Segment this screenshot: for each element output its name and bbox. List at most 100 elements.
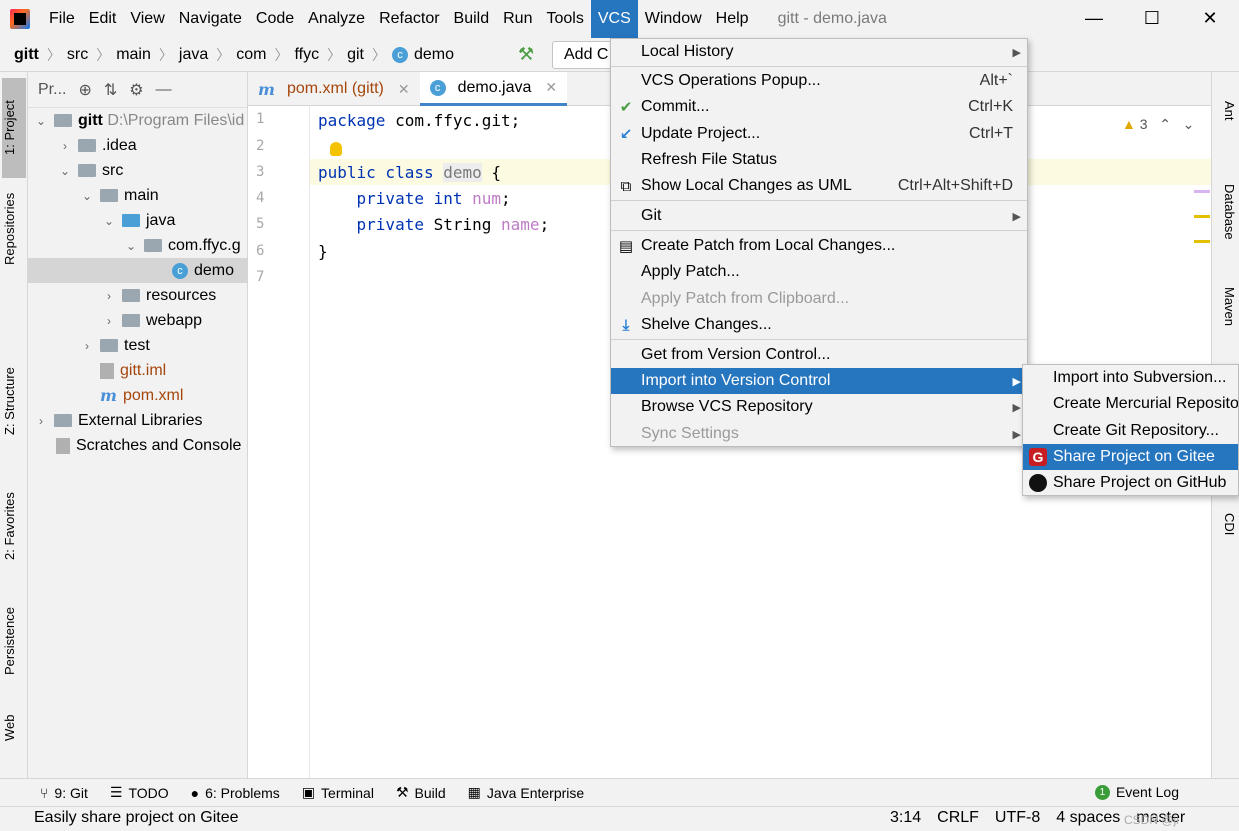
menu-item-browse-repo[interactable]: Browse VCS Repository ▶ <box>611 394 1027 420</box>
menu-edit[interactable]: Edit <box>82 0 124 38</box>
menu-item-git[interactable]: Git ▶ <box>611 203 1027 229</box>
tree-item-gitt[interactable]: ⌄ gitt D:\Program Files\id <box>28 108 248 133</box>
menu-window[interactable]: Window <box>638 0 709 38</box>
caret-position[interactable]: 3:14 <box>890 809 921 827</box>
tool-java-enterprise[interactable]: ▦ Java Enterprise <box>468 784 585 801</box>
tab-persistence[interactable]: Persistence <box>2 596 26 686</box>
chevron-right-icon: › <box>107 288 111 303</box>
tree-item-scratches[interactable]: Scratches and Console <box>28 433 248 458</box>
tree-item-resources[interactable]: › resources <box>28 283 248 308</box>
tab-pom-xml[interactable]: m pom.xml (gitt) ✕ <box>248 72 420 106</box>
close-icon[interactable]: ✕ <box>398 81 410 98</box>
tool-event-log[interactable]: 1 Event Log <box>1094 784 1179 800</box>
tool-todo[interactable]: ☰ TODO <box>110 784 169 801</box>
line-separator[interactable]: CRLF <box>937 809 979 827</box>
menu-item-import-vc[interactable]: Import into Version Control ▶ <box>611 368 1027 394</box>
tool-git[interactable]: ⑂ 9: Git <box>40 785 88 801</box>
crumb-git[interactable]: git <box>347 46 364 64</box>
menu-item-show-uml[interactable]: ⧉ Show Local Changes as UML Ctrl+Alt+Shift… <box>611 173 1027 199</box>
tree-item-pom[interactable]: m pom.xml <box>28 383 248 408</box>
menu-tools[interactable]: Tools <box>539 0 590 38</box>
crumb-main[interactable]: main <box>116 46 151 64</box>
tree-item-webapp[interactable]: › webapp <box>28 308 248 333</box>
menu-refactor[interactable]: Refactor <box>372 0 446 38</box>
submenu-item-share-github[interactable]: Share Project on GitHub <box>1023 470 1238 495</box>
project-view-selector[interactable]: Pr... <box>38 81 66 99</box>
crumb-ffyc[interactable]: ffyc <box>294 46 319 64</box>
crumb-src[interactable]: src <box>67 46 88 64</box>
menu-navigate[interactable]: Navigate <box>172 0 249 38</box>
submenu-item-mercurial[interactable]: Create Mercurial Repository <box>1023 391 1238 417</box>
tab-web[interactable]: Web <box>2 708 26 748</box>
menu-item-vcs-popup[interactable]: VCS Operations Popup... Alt+` <box>611 68 1027 94</box>
menu-help[interactable]: Help <box>709 0 756 38</box>
menu-item-local-history[interactable]: Local History ▶ <box>611 39 1027 65</box>
tab-structure[interactable]: Z: Structure <box>2 356 26 446</box>
tree-item-java[interactable]: ⌄ java <box>28 208 248 233</box>
maximize-button[interactable]: ☐ <box>1123 0 1181 38</box>
build-hammer-icon[interactable]: ⚒ <box>518 44 534 65</box>
stripe-mark[interactable] <box>1194 240 1210 243</box>
tool-problems[interactable]: ● 6: Problems <box>191 785 280 801</box>
menu-item-create-patch[interactable]: ▤ Create Patch from Local Changes... <box>611 233 1027 259</box>
file-encoding[interactable]: UTF-8 <box>995 809 1040 827</box>
tool-terminal[interactable]: ▣ Terminal <box>302 784 374 801</box>
tab-ant[interactable]: Ant <box>1215 86 1237 136</box>
crumb-com[interactable]: com <box>236 46 266 64</box>
add-configuration-button[interactable]: Add C <box>552 41 612 69</box>
minimize-button[interactable]: — <box>1065 0 1123 38</box>
menu-item-apply-patch[interactable]: Apply Patch... <box>611 259 1027 285</box>
line-number-gutter: 1 2 3 4 5 6 7 <box>248 106 310 778</box>
tab-repositories[interactable]: Repositories <box>2 184 26 274</box>
menu-item-shelve[interactable]: ⤓ Shelve Changes... <box>611 312 1027 338</box>
close-icon[interactable]: ✕ <box>545 79 557 96</box>
tree-item-idea[interactable]: › .idea <box>28 133 248 158</box>
import-vc-submenu: Import into Subversion... Create Mercuri… <box>1022 364 1239 496</box>
collapse-all-icon[interactable]: ⇅ <box>104 80 117 100</box>
intention-bulb-icon[interactable] <box>330 142 342 156</box>
crumb-demo[interactable]: c demo <box>392 46 454 64</box>
tab-demo-java[interactable]: c demo.java ✕ <box>419 72 568 106</box>
tree-item-test[interactable]: › test <box>28 333 248 358</box>
stripe-mark[interactable] <box>1194 215 1210 218</box>
window-title: gitt - demo.java <box>777 10 887 27</box>
submenu-arrow-icon: ▶ <box>1012 210 1021 223</box>
hide-icon[interactable]: — <box>156 81 172 99</box>
menu-code[interactable]: Code <box>249 0 301 38</box>
locate-icon[interactable]: ⊕ <box>78 80 91 100</box>
chevron-down-icon: ⌄ <box>81 188 93 203</box>
menu-view[interactable]: View <box>123 0 171 38</box>
tool-build[interactable]: ⚒ Build <box>396 784 446 801</box>
tree-item-external-libraries[interactable]: › External Libraries <box>28 408 248 433</box>
menu-item-get-from-vc[interactable]: Get from Version Control... <box>611 342 1027 368</box>
submenu-item-subversion[interactable]: Import into Subversion... <box>1023 365 1238 391</box>
warning-icon: ▲ <box>1122 116 1136 132</box>
tab-maven[interactable]: Maven <box>1215 277 1237 337</box>
gear-icon[interactable]: ⚙ <box>129 80 143 100</box>
menu-vcs[interactable]: VCS <box>590 0 638 38</box>
menu-analyze[interactable]: Analyze <box>301 0 372 38</box>
tree-item-demo[interactable]: c demo <box>28 258 248 283</box>
tree-item-src[interactable]: ⌄ src <box>28 158 248 183</box>
menu-item-commit[interactable]: ✔ Commit... Ctrl+K <box>611 94 1027 120</box>
tab-database[interactable]: Database <box>1215 172 1237 252</box>
stripe-mark[interactable] <box>1194 190 1210 193</box>
indent-setting[interactable]: 4 spaces <box>1056 809 1120 827</box>
tree-item-main[interactable]: ⌄ main <box>28 183 248 208</box>
crumb-project[interactable]: gitt <box>14 46 39 64</box>
tab-favorites[interactable]: 2: Favorites <box>2 476 26 576</box>
submenu-item-git-repo[interactable]: Create Git Repository... <box>1023 418 1238 444</box>
close-button[interactable]: ✕ <box>1181 0 1239 38</box>
tab-project-tool[interactable]: 1: Project <box>2 78 26 178</box>
warnings-indicator[interactable]: ▲ 3 ⌃ ⌄ <box>1122 116 1194 133</box>
tab-cdi[interactable]: CDI <box>1215 504 1237 544</box>
tree-item-gitt-iml[interactable]: gitt.iml <box>28 358 248 383</box>
tree-item-package[interactable]: ⌄ com.ffyc.g <box>28 233 248 258</box>
submenu-item-share-gitee[interactable]: G Share Project on Gitee <box>1023 444 1238 470</box>
menu-item-update-project[interactable]: ↙ Update Project... Ctrl+T <box>611 121 1027 147</box>
menu-run[interactable]: Run <box>496 0 539 38</box>
menu-build[interactable]: Build <box>447 0 497 38</box>
menu-file[interactable]: File <box>42 0 82 38</box>
menu-item-refresh-status[interactable]: Refresh File Status <box>611 147 1027 173</box>
crumb-java[interactable]: java <box>179 46 208 64</box>
